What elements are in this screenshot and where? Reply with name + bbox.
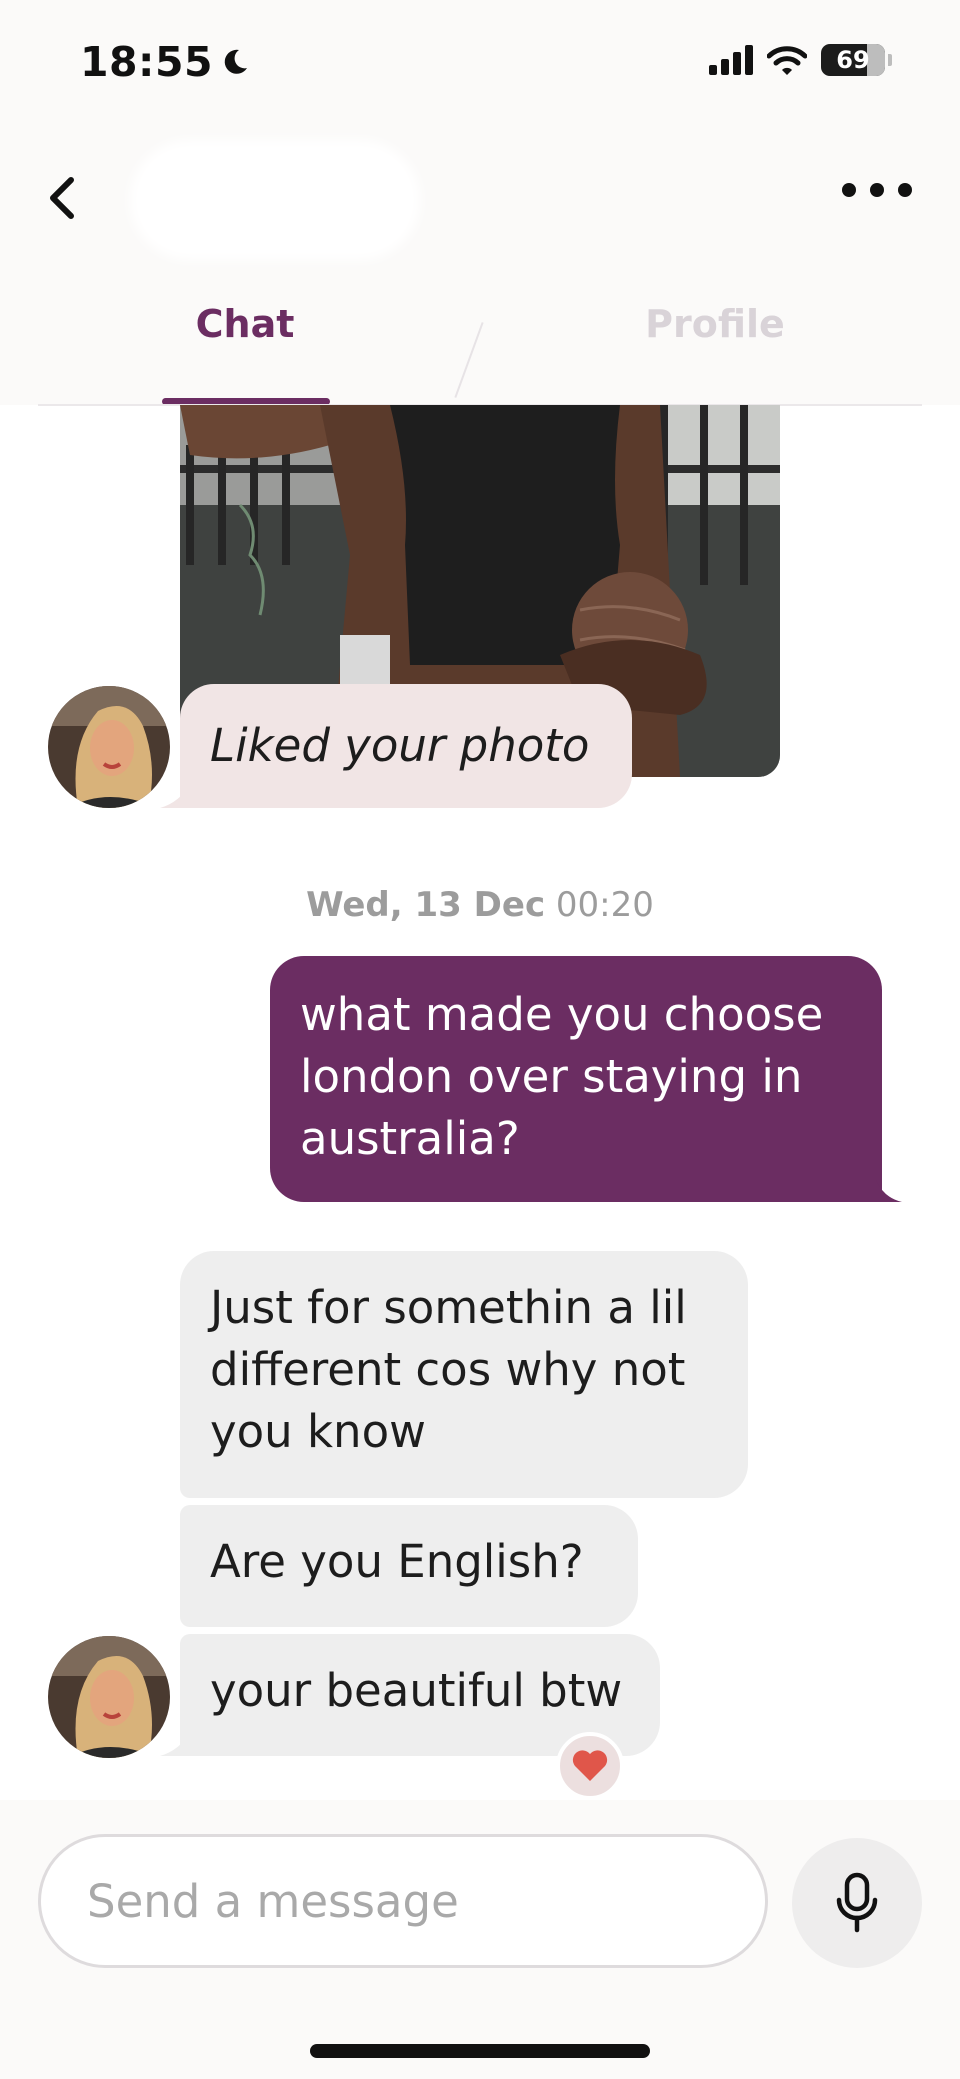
status-time: 18:55: [80, 38, 251, 86]
avatar-photo: [48, 686, 170, 808]
avatar-photo: [48, 1636, 170, 1758]
avatar[interactable]: [48, 686, 170, 808]
liked-photo-text: Liked your photo: [210, 719, 590, 772]
outgoing-message-bubble: what made you choose london over staying…: [270, 956, 882, 1202]
incoming-message-line: your beautiful btw: [210, 1664, 623, 1717]
status-bar: 18:55 69: [0, 0, 960, 130]
bubble-tail: [160, 1732, 190, 1756]
wifi-icon: [767, 46, 807, 75]
back-button[interactable]: [40, 168, 84, 228]
microphone-icon: [836, 1872, 878, 1933]
moon-icon: [224, 49, 248, 74]
avatar[interactable]: [48, 1636, 170, 1758]
timestamp-time: 00:20: [555, 885, 654, 925]
tab-chat[interactable]: Chat: [162, 302, 328, 346]
bubble-tail: [876, 1180, 902, 1202]
tab-divider: [454, 322, 484, 398]
home-indicator: [310, 2044, 650, 2058]
status-indicators: 69: [709, 44, 892, 76]
chevron-left-icon: [50, 177, 74, 219]
more-dot-icon: [842, 183, 856, 197]
incoming-message-bubble: Just for somethin a lil different cos wh…: [180, 1251, 748, 1498]
reaction-badge[interactable]: [556, 1732, 624, 1800]
outgoing-message-line: london over staying in: [300, 1050, 803, 1103]
more-dot-icon: [870, 183, 884, 197]
battery-cap: [888, 54, 892, 66]
chat-header: Chat Profile: [0, 130, 960, 406]
liked-photo-bubble: Liked your photo: [180, 684, 632, 808]
tab-profile[interactable]: Profile: [612, 302, 818, 346]
timestamp-day: Wed, 13 Dec: [306, 885, 546, 925]
incoming-message-line: Just for somethin a lil: [210, 1281, 687, 1334]
battery-icon: 69: [821, 44, 885, 76]
heart-icon: [572, 1750, 608, 1781]
voice-message-button[interactable]: [792, 1838, 922, 1968]
message-timestamp: Wed, 13 Dec 00:20: [0, 885, 960, 925]
battery-level: 69: [836, 46, 870, 74]
outgoing-message-line: australia?: [300, 1112, 520, 1165]
incoming-message-line: Are you English?: [210, 1535, 584, 1588]
incoming-message-bubble: Are you English?: [180, 1505, 638, 1627]
message-composer: [0, 1800, 960, 2079]
incoming-message-line: different cos why not: [210, 1343, 686, 1396]
bubble-tail: [160, 784, 190, 808]
more-dot-icon: [898, 183, 912, 197]
outgoing-message-line: what made you choose: [300, 988, 824, 1041]
more-options-button[interactable]: [842, 170, 912, 210]
redacted-name: [130, 140, 420, 260]
clock-text: 18:55: [80, 38, 214, 86]
message-input[interactable]: [38, 1834, 768, 1968]
incoming-message-line: you know: [210, 1405, 426, 1458]
signal-icon: [709, 45, 753, 75]
